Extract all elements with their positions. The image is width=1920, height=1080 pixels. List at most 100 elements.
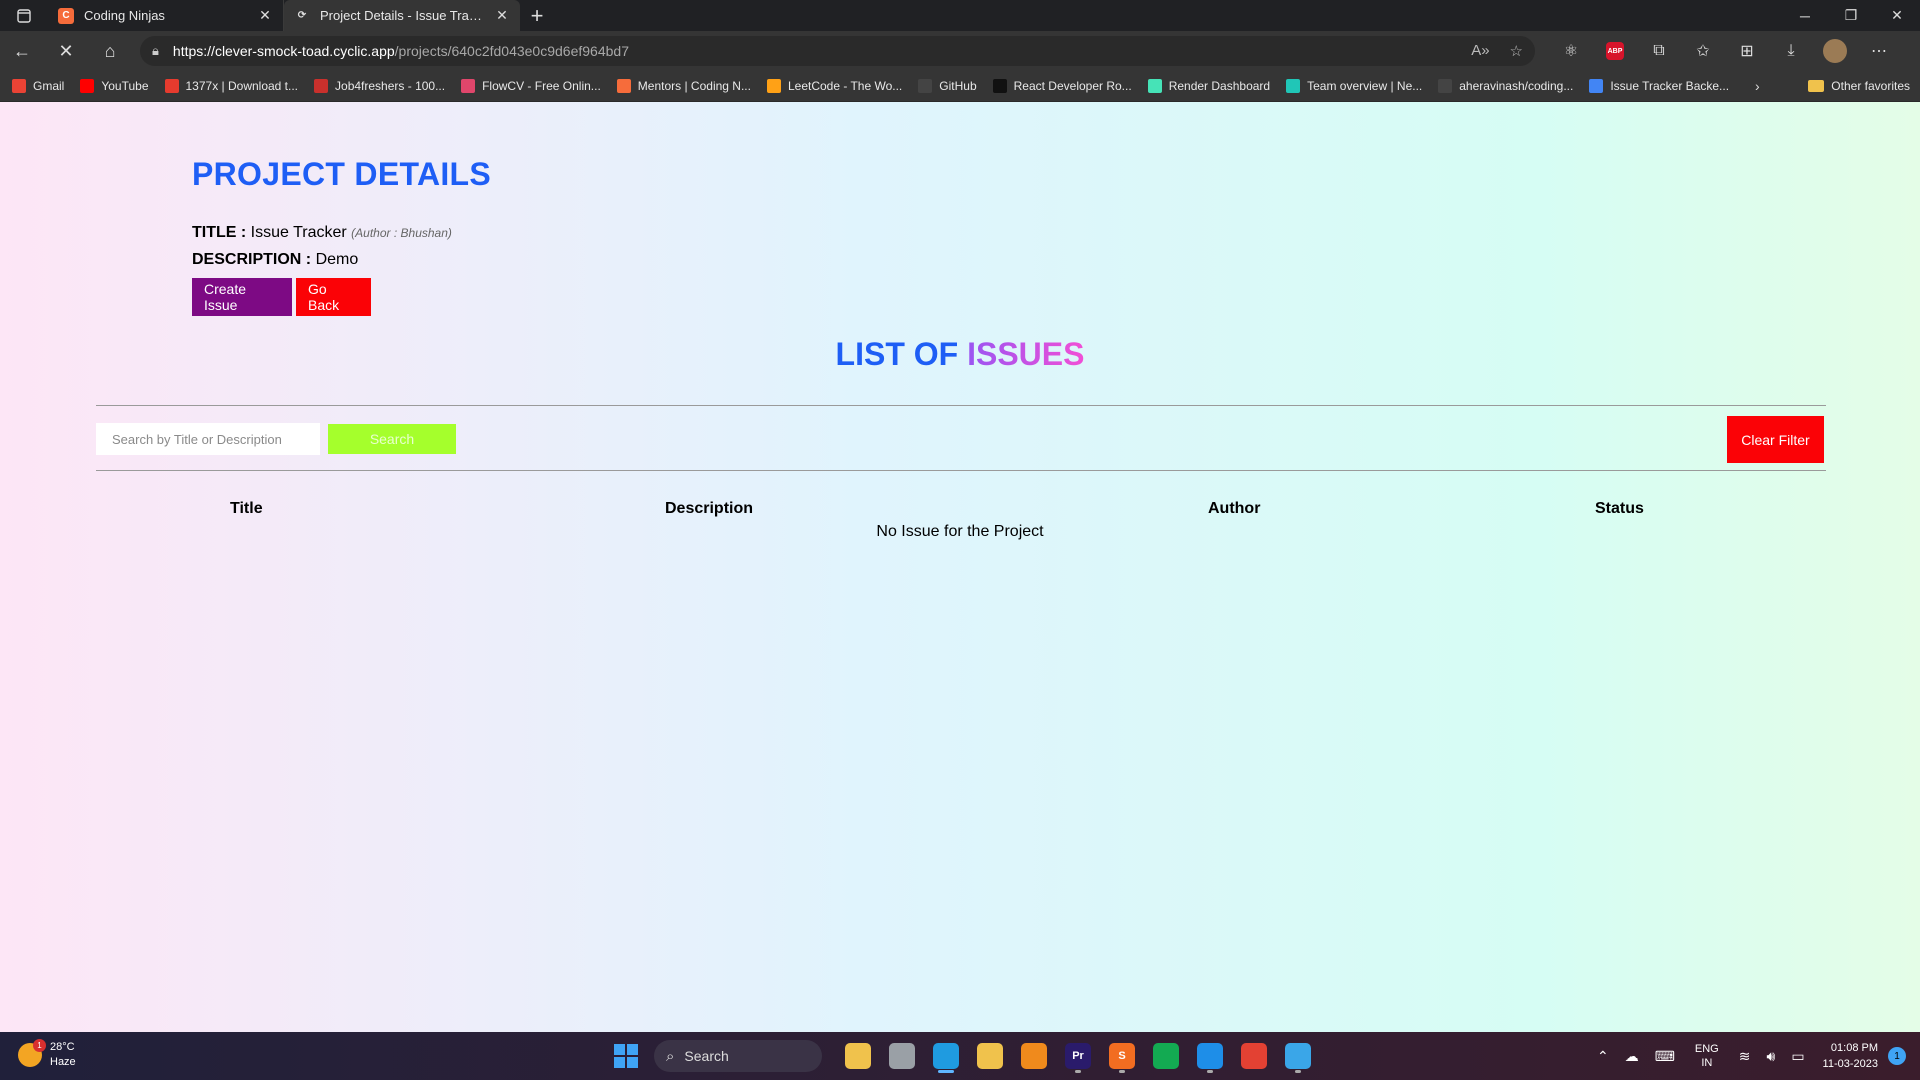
react-devtools-icon[interactable]: ⚛ [1549,31,1593,71]
bookmark-item[interactable]: aheravinash/coding... [1438,79,1573,93]
bookmark-item[interactable]: Job4freshers - 100... [314,79,445,93]
other-favorites-label: Other favorites [1831,79,1910,93]
tab-project-details[interactable]: ⟳ Project Details - Issue Tracker App ✕ [284,0,520,31]
taskbar-app[interactable] [1188,1038,1232,1074]
bookmark-item[interactable]: Mentors | Coding N... [616,79,751,93]
taskbar-app[interactable]: S [1100,1038,1144,1074]
bookmark-label: GitHub [939,79,977,93]
bookmark-item[interactable]: FlowCV - Free Onlin... [461,79,601,93]
url-path: /projects/640c2fd043e0c9d6ef964bd7 [394,43,629,59]
bookmark-item[interactable]: Gmail [12,79,64,93]
tab-title: Coding Ninjas [84,8,165,23]
adblock-plus-icon[interactable]: ABP [1593,31,1637,71]
keyboard-icon[interactable]: ⌨ [1655,1048,1675,1065]
taskbar-app[interactable] [836,1038,880,1074]
bookmark-label: Team overview | Ne... [1307,79,1423,93]
url-input[interactable]: 🔒︎ https://clever-smock-toad.cyclic.app /… [140,36,1535,66]
system-tray: ⌃ ☁ ⌨ ENG IN ≋ 🔊︎ ▭ 01:08 PM 11-03-2023 … [1589,1032,1920,1080]
close-window-button[interactable]: ✕ [1874,0,1920,31]
1377x-icon [164,79,179,93]
taskbar-app[interactable] [924,1038,968,1074]
weather-widget[interactable]: 1 28°C Haze [18,1039,76,1070]
search-button[interactable]: Search [328,424,456,454]
github-icon [1438,79,1453,93]
taskbar-search[interactable]: ⌕ Search [654,1040,822,1072]
taskbar-app[interactable] [880,1038,924,1074]
roadmap-icon [992,79,1007,93]
start-button[interactable] [614,1044,638,1068]
gmail-icon [12,79,26,93]
lock-icon[interactable]: 🔒︎ [152,43,159,59]
bookmark-item[interactable]: LeetCode - The Wo... [766,79,902,93]
notification-badge[interactable]: 1 [1888,1047,1906,1065]
search-input[interactable] [96,423,320,455]
downloads-icon[interactable]: ⤓ [1769,31,1813,71]
home-button[interactable]: ⌂ [88,31,132,71]
bookmark-item[interactable]: Issue Tracker Backe... [1589,79,1729,93]
back-button[interactable]: ← [0,31,44,71]
volume-icon[interactable]: 🔊︎ [1766,1048,1775,1065]
create-issue-button[interactable]: Create Issue [192,278,292,316]
battery-icon[interactable]: ▭ [1791,1048,1804,1065]
weather-desc: Haze [50,1056,76,1068]
running-indicator [1075,1070,1081,1073]
taskbar-app[interactable] [1144,1038,1188,1074]
premiere-icon: Pr [1065,1043,1091,1069]
bookmarks-overflow-chevron-icon[interactable]: › [1755,78,1760,94]
favorites-icon[interactable]: ✩ [1681,31,1725,71]
collections-icon[interactable]: ⊞ [1725,31,1769,71]
profile-avatar[interactable] [1813,31,1857,71]
bookmark-item[interactable]: React Developer Ro... [992,79,1132,93]
clear-filter-button[interactable]: Clear Filter [1727,416,1824,463]
weather-temp: 28°C [50,1041,75,1053]
folder-icon [977,1043,1003,1069]
taskbar-app[interactable] [1012,1038,1056,1074]
close-icon[interactable]: ✕ [494,7,510,24]
bookmarks-bar: Gmail YouTube 1377x | Download t... Job4fre… [0,71,1920,102]
bookmark-label: YouTube [101,79,149,93]
bookmark-label: Mentors | Coding N... [637,79,751,93]
taskbar-app[interactable] [968,1038,1012,1074]
go-back-button[interactable]: Go Back [296,278,371,316]
column-header-description: Description [665,500,754,517]
tab-coding-ninjas[interactable]: C Coding Ninjas ✕ [48,0,284,31]
more-menu-icon[interactable]: ⋯ [1857,31,1901,71]
chrome-icon [1241,1043,1267,1069]
author-text: (Author : Bhushan) [351,226,452,240]
onedrive-icon[interactable]: ☁ [1625,1048,1639,1065]
edge-beta-icon [1285,1043,1311,1069]
bookmark-label: Issue Tracker Backe... [1610,79,1730,93]
github-icon [918,79,933,93]
bookmark-label: Render Dashboard [1168,79,1271,93]
tab-actions-button[interactable] [0,0,48,31]
bookmark-item[interactable]: Render Dashboard [1147,79,1271,93]
new-tab-button[interactable]: + [520,0,554,31]
stop-button[interactable]: ✕ [44,31,88,71]
wifi-icon[interactable]: ≋ [1739,1048,1751,1065]
bookmark-item[interactable]: Team overview | Ne... [1286,79,1422,93]
taskbar-app[interactable] [1232,1038,1276,1074]
coding-ninjas-icon [616,79,631,93]
bookmark-item[interactable]: 1377x | Download t... [164,79,298,93]
bookmark-label: FlowCV - Free Onlin... [482,79,601,93]
bookmark-item[interactable]: GitHub [918,79,977,93]
list-heading-part2: ISSUES [967,336,1085,372]
taskbar-app[interactable]: Pr [1056,1038,1100,1074]
add-favorite-icon[interactable]: ☆ [1510,42,1523,60]
taskbar-app[interactable] [1276,1038,1320,1074]
language-indicator[interactable]: ENG IN [1695,1042,1719,1070]
restore-button[interactable]: ❐ [1828,0,1874,31]
bookmark-item[interactable]: YouTube [80,79,149,93]
extensions-icon[interactable]: ⧉ [1637,31,1681,71]
show-hidden-icons-chevron-icon[interactable]: ⌃ [1597,1048,1609,1065]
description-label: DESCRIPTION : [192,251,312,268]
lang-top: ENG [1694,1043,1719,1055]
minimize-button[interactable]: ─ [1782,0,1828,31]
other-favorites-folder[interactable]: Other favorites [1808,79,1910,93]
lang-bottom: IN [1701,1057,1713,1069]
read-aloud-icon[interactable]: A» [1471,42,1489,60]
clock[interactable]: 01:08 PM 11-03-2023 [1823,1040,1878,1072]
close-icon[interactable]: ✕ [257,7,273,24]
youtube-icon [80,79,95,93]
search-icon: ⌕ [666,1047,675,1065]
